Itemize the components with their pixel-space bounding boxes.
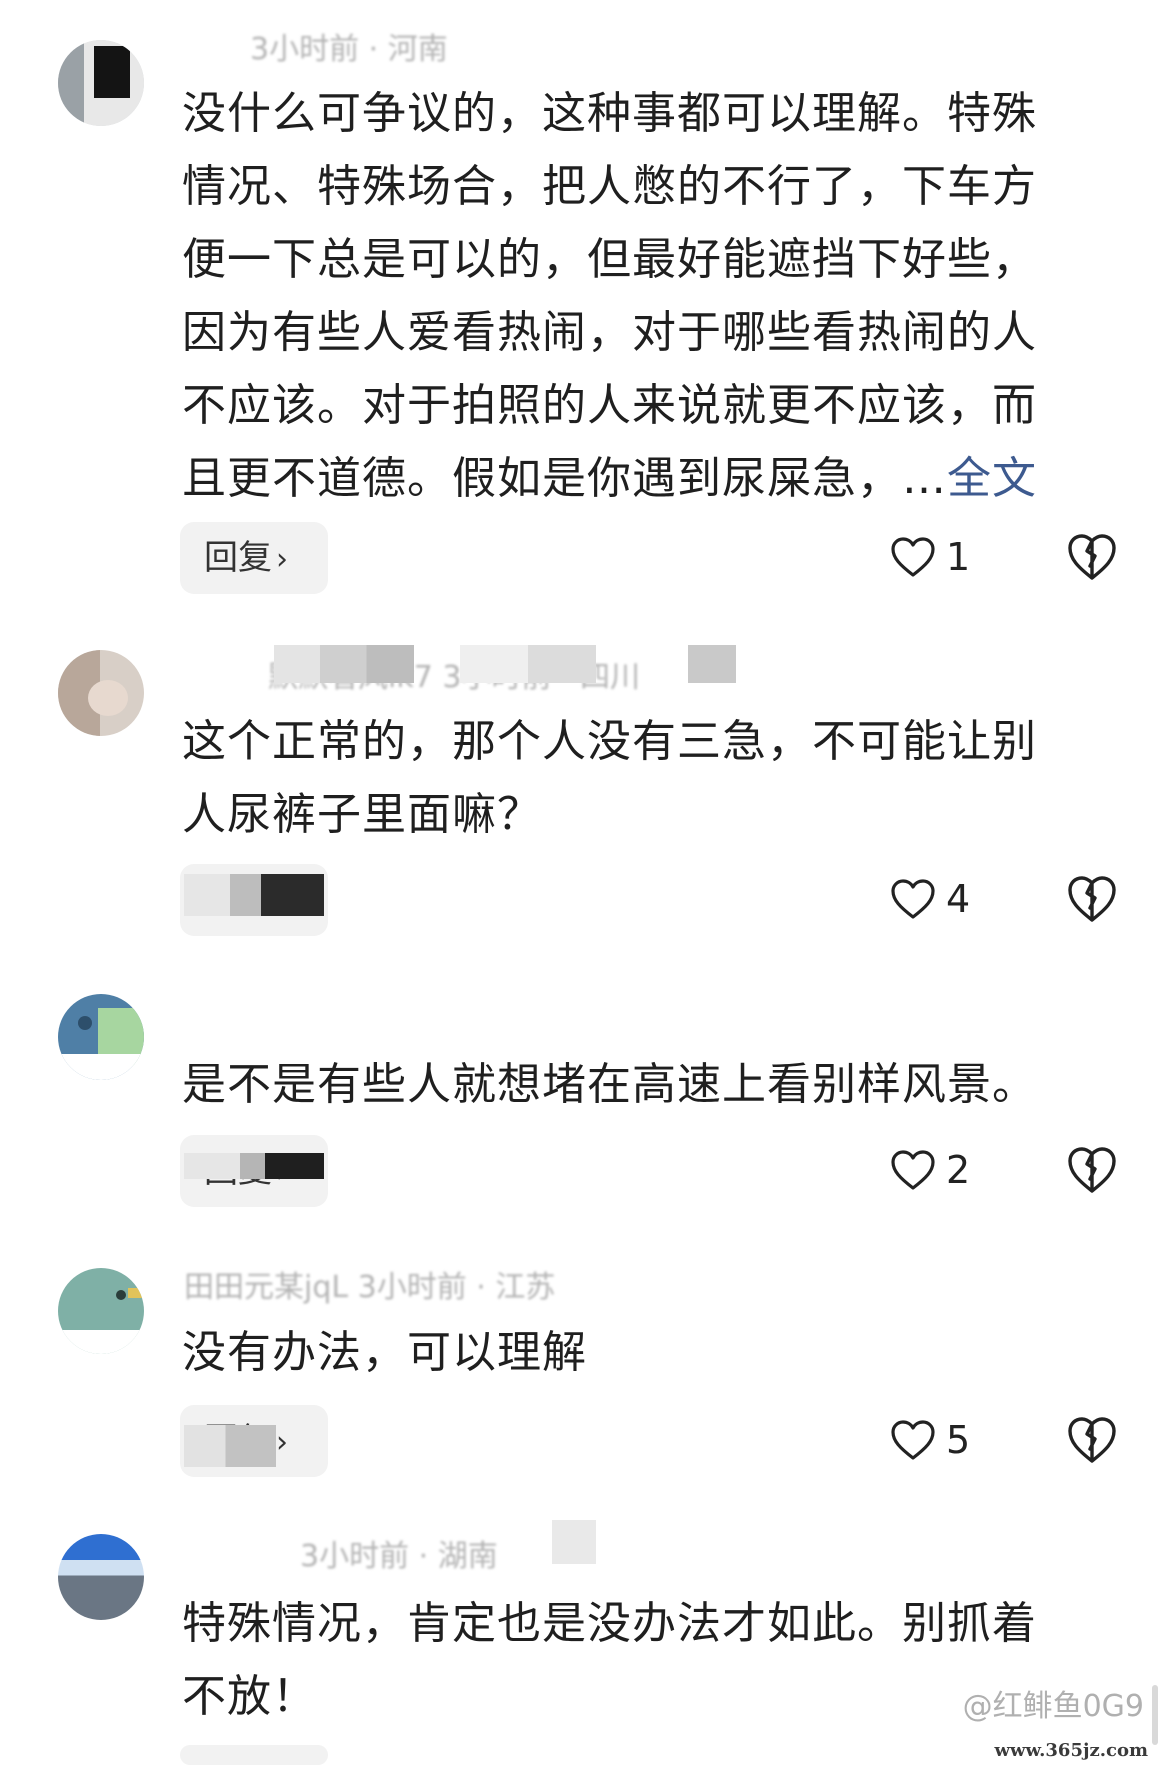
reply-button[interactable]: 回复› bbox=[180, 522, 328, 594]
comment-line: 没什么可争议的，这种事都可以理解。特殊 bbox=[182, 88, 1037, 139]
reply-button[interactable]: 回复› bbox=[180, 1405, 328, 1477]
like-count: 4 bbox=[946, 877, 971, 921]
blur-mosaic bbox=[688, 645, 736, 683]
broken-heart-icon[interactable] bbox=[1066, 1414, 1118, 1466]
blur-mosaic bbox=[460, 645, 596, 683]
avatar[interactable] bbox=[58, 994, 144, 1080]
like-count: 5 bbox=[946, 1418, 971, 1462]
comment-line: 人尿裤子里面嘛？ bbox=[182, 789, 542, 840]
broken-heart-icon[interactable] bbox=[1066, 531, 1118, 583]
comment-line: 是不是有些人就想堵在高速上看别样风景。 bbox=[182, 1059, 1037, 1110]
blur-mosaic bbox=[184, 874, 324, 916]
heart-outline-icon bbox=[891, 537, 935, 577]
avatar[interactable] bbox=[58, 40, 144, 126]
avatar[interactable] bbox=[58, 650, 144, 736]
comment-line: 这个正常的，那个人没有三急，不可能让别 bbox=[182, 716, 1037, 767]
reply-button[interactable]: 回复› bbox=[180, 1135, 328, 1207]
comment-line-last: 且更不道德。假如是你遇到尿屎急，…全文 bbox=[182, 442, 1112, 515]
comment-text: 这个正常的，那个人没有三急，不可能让别 人尿裤子里面嘛？ bbox=[182, 705, 1112, 851]
like-button[interactable]: 5 bbox=[890, 1410, 970, 1470]
heart-outline-icon bbox=[891, 879, 935, 919]
watermark: @红鲱鱼0G9 bbox=[962, 1689, 1144, 1724]
scrollbar[interactable] bbox=[1152, 1685, 1158, 1745]
expand-full-text-link[interactable]: 全文 bbox=[947, 453, 1037, 504]
broken-heart-icon[interactable] bbox=[1066, 873, 1118, 925]
comment-line: 不应该。对于拍照的人来说就更不应该，而 bbox=[182, 380, 1037, 431]
comment-text: 是不是有些人就想堵在高速上看别样风景。 bbox=[182, 1048, 1112, 1121]
like-count: 2 bbox=[946, 1148, 971, 1192]
chevron-right-icon: › bbox=[276, 1425, 288, 1460]
comment-line: 且更不道德。假如是你遇到尿屎急，… bbox=[182, 453, 947, 504]
like-button[interactable]: 2 bbox=[890, 1140, 970, 1200]
blur-mosaic bbox=[184, 1425, 276, 1467]
like-count: 1 bbox=[946, 535, 971, 579]
avatar[interactable] bbox=[58, 1534, 144, 1620]
comment-meta: 3小时前 · 河南 bbox=[250, 32, 448, 67]
blur-mosaic bbox=[274, 645, 414, 683]
heart-outline-icon bbox=[891, 1150, 935, 1190]
blur-mosaic bbox=[552, 1520, 596, 1564]
reply-button[interactable]: 回复› bbox=[180, 864, 328, 936]
avatar[interactable] bbox=[58, 1268, 144, 1354]
comment-line: 便一下总是可以的，但最好能遮挡下好些， bbox=[182, 234, 1037, 285]
comment-line: 情况、特殊场合，把人憋的不行了，下车方 bbox=[182, 161, 1037, 212]
comment-meta: 田田元某jqL 3小时前 · 江苏 bbox=[184, 1270, 556, 1305]
broken-heart-icon[interactable] bbox=[1066, 1144, 1118, 1196]
comment-line: 没有办法，可以理解 bbox=[182, 1327, 587, 1378]
heart-outline-icon bbox=[891, 1420, 935, 1460]
comment-text: 没有办法，可以理解 bbox=[182, 1316, 1112, 1389]
like-button[interactable]: 1 bbox=[890, 527, 970, 587]
watermark-url: www.365jz.com bbox=[994, 1740, 1148, 1761]
comment-line: 因为有些人爱看热闹，对于哪些看热闹的人 bbox=[182, 307, 1037, 358]
comment-text: 没什么可争议的，这种事都可以理解。特殊 情况、特殊场合，把人憋的不行了，下车方 … bbox=[182, 77, 1112, 515]
comment-line: 特殊情况，肯定也是没办法才如此。别抓着 bbox=[182, 1598, 1037, 1649]
comment-meta: 3小时前 · 湖南 bbox=[300, 1539, 498, 1574]
reply-label: 回复 bbox=[204, 538, 272, 578]
blur-mosaic bbox=[184, 1153, 324, 1179]
chevron-right-icon: › bbox=[276, 542, 288, 577]
like-button[interactable]: 4 bbox=[890, 869, 970, 929]
reply-button[interactable]: 回复 bbox=[180, 1745, 328, 1765]
